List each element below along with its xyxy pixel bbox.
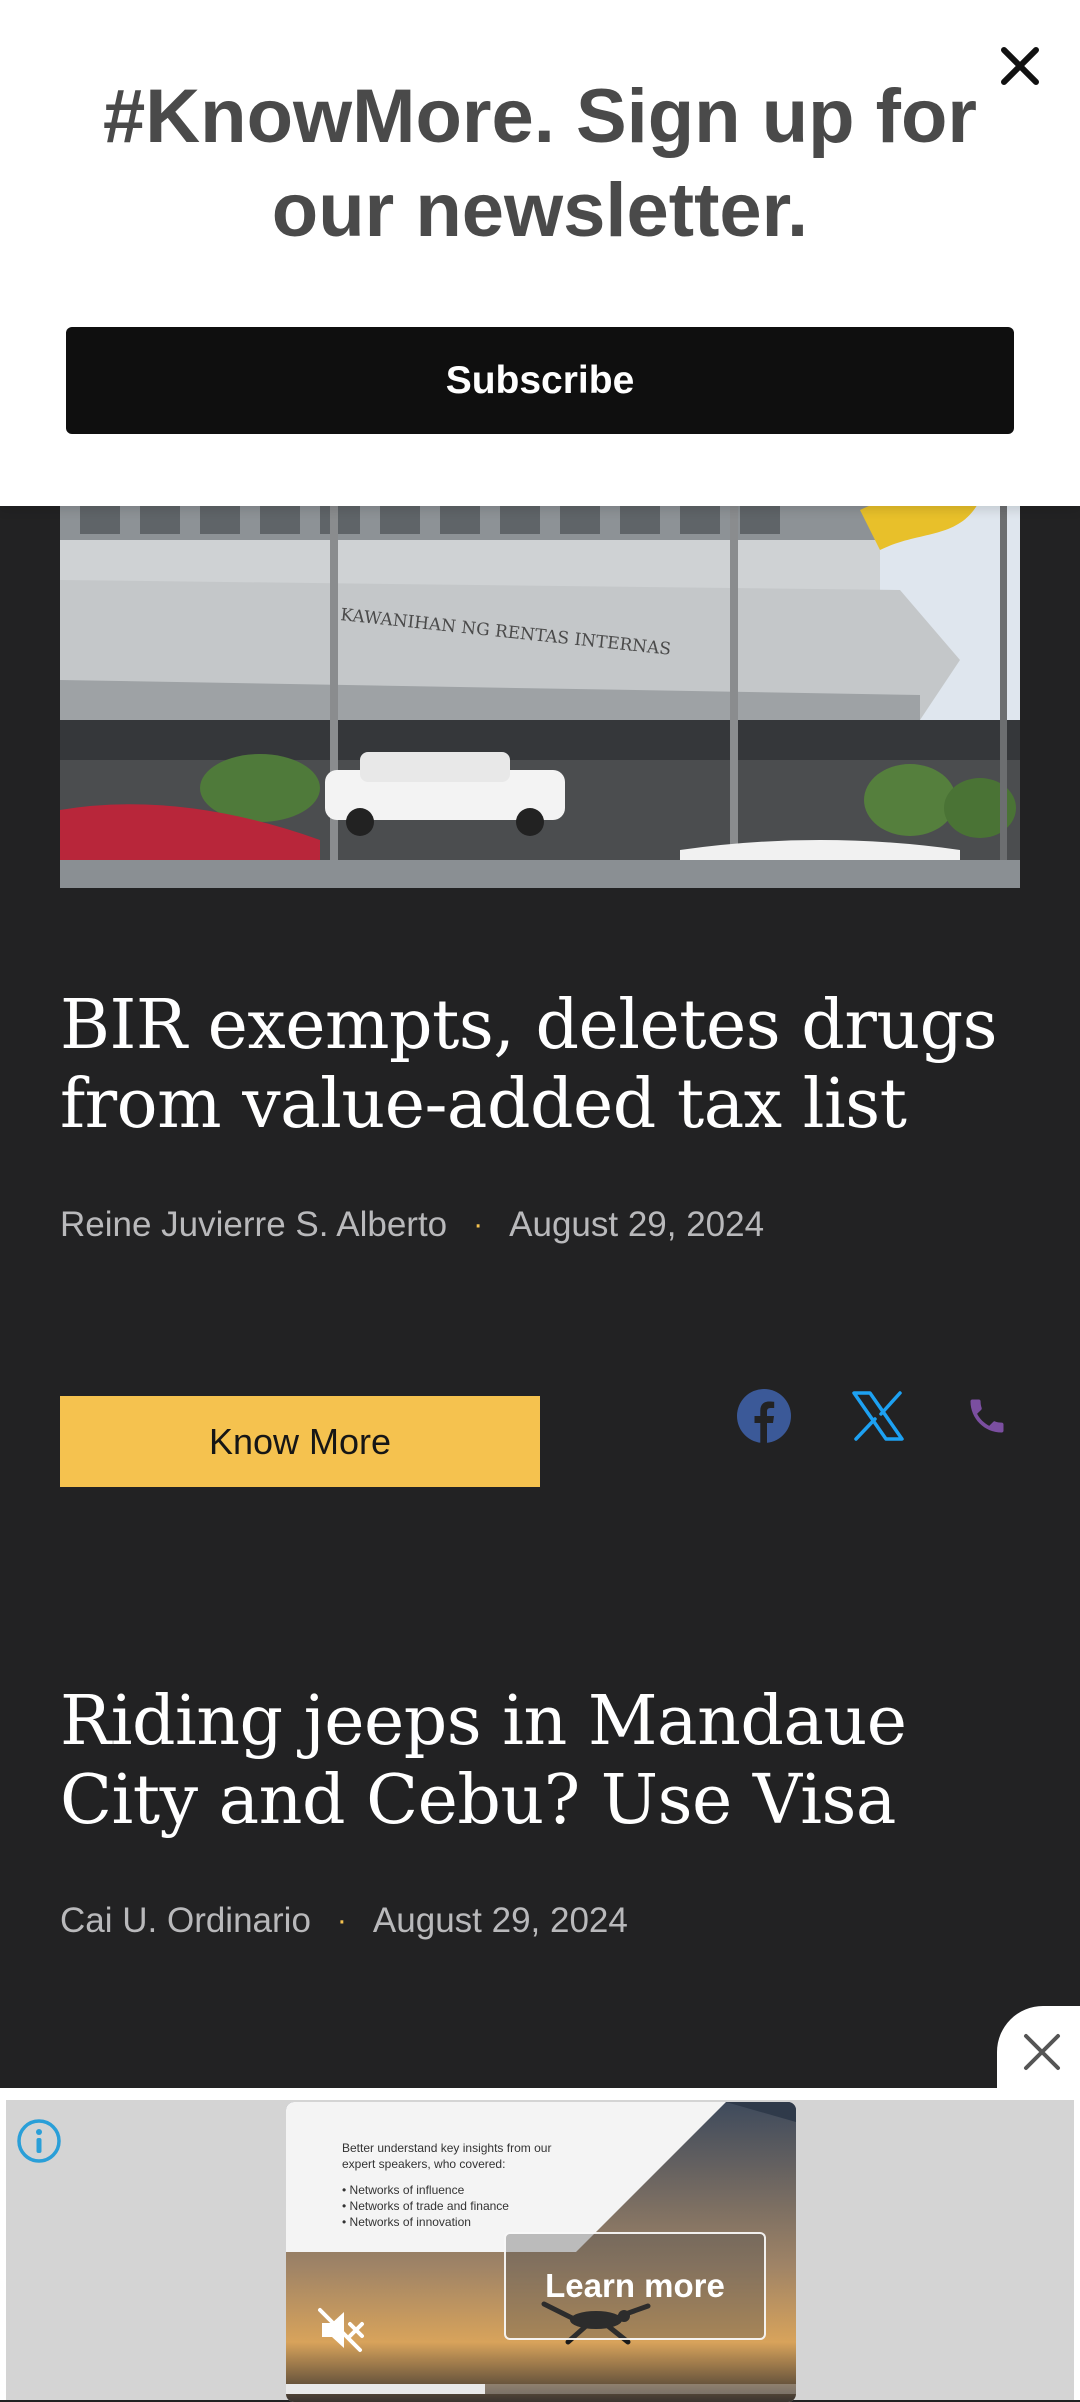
facebook-icon[interactable]	[734, 1386, 794, 1446]
ad-bullet: Networks of innovation	[342, 2214, 572, 2230]
ad-video-progress	[286, 2384, 796, 2394]
article-title[interactable]: Riding jeeps in Mandaue City and Cebu? U…	[60, 1682, 1040, 1840]
ad-bullet-list: Networks of influence Networks of trade …	[342, 2182, 572, 2230]
ad-bullet: Networks of influence	[342, 2182, 572, 2198]
know-more-button[interactable]: Know More	[60, 1396, 540, 1487]
article-author[interactable]: Cai U. Ordinario	[60, 1901, 311, 1941]
x-icon[interactable]	[848, 1386, 908, 1446]
newsletter-heading: #KnowMore. Sign up for our newsletter.	[103, 74, 977, 253]
ad-video-progress-fill	[286, 2384, 485, 2394]
article-date: August 29, 2024	[372, 1901, 628, 1940]
phone-icon[interactable]	[957, 1386, 1017, 1446]
article-byline: Cai U. Ordinario · August 29, 2024	[60, 1896, 628, 1946]
article-title[interactable]: BIR exempts, deletes drugs from value-ad…	[60, 986, 1040, 1144]
byline-separator: ·	[336, 1904, 347, 1937]
ad-intro: Better understand key insights from our …	[342, 2141, 552, 2171]
article-image[interactable]: KAWANIHAN NG RENTAS INTERNAS	[60, 470, 1020, 888]
article-byline: Reine Juvierre S. Alberto · August 29, 2…	[60, 1200, 764, 1250]
article-date: August 29, 2024	[509, 1205, 765, 1244]
newsletter-banner: #KnowMore. Sign up for our newsletter. S…	[0, 0, 1080, 506]
info-icon[interactable]	[14, 2116, 64, 2166]
byline-separator: ·	[473, 1208, 484, 1241]
ad-creative[interactable]: Better understand key insights from our …	[286, 2102, 796, 2402]
ad-bullet: Networks of trade and finance	[342, 2198, 572, 2214]
ad-text: Better understand key insights from our …	[342, 2140, 572, 2230]
ad-banner[interactable]: Better understand key insights from our …	[0, 2088, 1080, 2402]
ad-container: Better understand key insights from our …	[6, 2100, 1074, 2402]
article-author[interactable]: Reine Juvierre S. Alberto	[60, 1205, 447, 1245]
mute-icon[interactable]	[312, 2302, 368, 2358]
ad-close-icon[interactable]	[997, 2006, 1080, 2098]
learn-more-button[interactable]: Learn more	[504, 2232, 766, 2340]
subscribe-button[interactable]: Subscribe	[66, 327, 1014, 434]
